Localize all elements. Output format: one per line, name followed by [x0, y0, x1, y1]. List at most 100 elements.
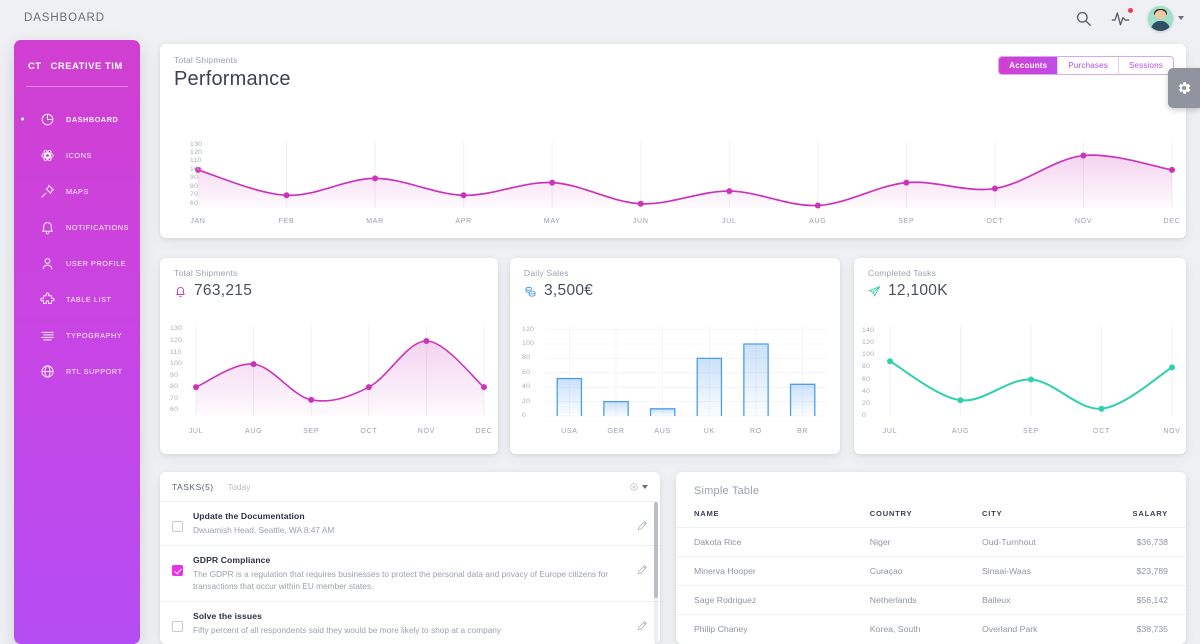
sidebar-item-label: DASHBOARD: [66, 114, 119, 124]
card-eyebrow: Completed Tasks: [868, 268, 937, 278]
y-axis-tick: 0: [522, 412, 527, 419]
chevron-down-icon[interactable]: [1178, 16, 1184, 20]
table-cell: Dakota Rice: [676, 527, 870, 557]
card-eyebrow: Daily Sales: [524, 268, 569, 278]
sidebar-item-label: TABLE LIST: [66, 294, 112, 304]
tab-purchases[interactable]: Purchases: [1058, 57, 1119, 74]
y-axis-tick: 40: [862, 387, 871, 395]
sidebar-item-rtl-support[interactable]: RTL SUPPORT: [14, 353, 140, 389]
chart-svg: [193, 326, 487, 416]
x-axis-tick: OCT: [986, 218, 1004, 225]
table-cell: Niger: [869, 527, 982, 557]
sidebar-item-typography[interactable]: TYPOGRAPHY: [14, 317, 140, 353]
y-axis-tick: 40: [522, 383, 531, 391]
gear-icon: [1178, 82, 1191, 94]
table-cell: Oud-Turnhout: [981, 527, 1105, 557]
x-axis-tick: SEP: [1022, 428, 1040, 435]
y-axis-tick: 70: [190, 191, 199, 199]
tasks-menu-button[interactable]: [629, 482, 648, 492]
task-name: Update the Documentation: [193, 511, 305, 521]
pencil-icon[interactable]: [637, 564, 648, 575]
user-avatar-menu[interactable]: [1148, 5, 1184, 31]
sidebar-item-maps[interactable]: MAPS: [14, 173, 140, 209]
sidebar-item-label: RTL SUPPORT: [66, 366, 123, 376]
card-value-row: 763,215: [174, 282, 498, 300]
task-checkbox[interactable]: [172, 621, 183, 633]
completed-tasks-card: Completed Tasks 12,100K 140 120 100 80 60 40 2…: [854, 258, 1186, 454]
task-name: GDPR Compliance: [193, 555, 271, 566]
card-value: 3,500€: [544, 282, 594, 299]
completed-tasks-chart: 140 120 100 80 60 40 20 0 JUL AUG SEP OCT NOV: [854, 316, 1186, 454]
scrollbar-thumb[interactable]: [654, 502, 658, 598]
x-axis-tick: SEP: [898, 218, 915, 225]
sidebar-item-table-list[interactable]: TABLE LIST: [14, 281, 140, 317]
y-axis-tick: 70: [170, 394, 179, 402]
chart-svg: [195, 142, 1175, 209]
sidebar-item-label: ICONS: [66, 150, 92, 160]
text-lines-icon: [40, 328, 55, 343]
sidebar-item-icons[interactable]: ICONS: [14, 137, 140, 173]
chevron-down-icon[interactable]: [642, 484, 648, 489]
avatar[interactable]: [1148, 5, 1173, 31]
x-axis-tick: DEC: [1163, 218, 1181, 225]
y-axis-tick: 100: [522, 340, 535, 347]
brand-mark: CT: [28, 60, 42, 72]
x-axis-tick: RO: [750, 428, 762, 435]
task-row[interactable]: Solve the issues Fifty percent of all res…: [160, 602, 660, 644]
y-axis-tick: 120: [190, 149, 203, 156]
task-list: Update the Documentation Dwuamish Head, S…: [160, 502, 660, 644]
y-axis-tick: 90: [170, 371, 179, 379]
activity-pulse-icon[interactable]: [1111, 7, 1133, 28]
task-description: Fifty percent of all respondents said th…: [193, 625, 502, 636]
task-row[interactable]: Update the Documentation Dwuamish Head, S…: [160, 502, 660, 547]
sidebar-item-notifications[interactable]: NOTIFICATIONS: [14, 209, 140, 245]
sidebar-item-label: NOTIFICATIONS: [66, 222, 129, 232]
tab-sessions[interactable]: Sessions: [1118, 57, 1173, 74]
y-axis-tick: 60: [170, 406, 179, 414]
sidebar-item-user-profile[interactable]: USER PROFILE: [14, 245, 140, 281]
y-axis-tick: 130: [190, 140, 203, 148]
task-body: GDPR Compliance The GDPR is a regulation …: [193, 555, 627, 592]
simple-table-title: Simple Table: [694, 485, 760, 497]
daily-sales-chart: 120 100 80 60 40 20 0 USA GER AUS UK RO BR: [510, 316, 840, 454]
pie-chart-icon: [40, 112, 55, 127]
x-axis-tick: JUL: [188, 428, 204, 435]
brand[interactable]: CT CREATIVE TIM: [14, 40, 140, 76]
pencil-icon[interactable]: [637, 620, 648, 631]
bell-outline-icon: [174, 285, 187, 298]
table-column-header: NAME: [694, 509, 720, 518]
table-cell: $56,142: [1104, 585, 1186, 615]
top-navbar: DASHBOARD: [0, 0, 1200, 36]
table-cell: $36,738: [1104, 527, 1186, 557]
x-axis-tick: GER: [607, 428, 625, 435]
settings-gear-button[interactable]: [1168, 68, 1200, 108]
search-icon[interactable]: [1074, 9, 1093, 28]
coins-icon: [524, 285, 537, 298]
performance-tabs: Accounts Purchases Sessions: [998, 56, 1174, 75]
pencil-icon[interactable]: [637, 520, 648, 531]
table-column-header: CITY: [981, 509, 1003, 518]
tab-accounts[interactable]: Accounts: [999, 57, 1059, 74]
task-row[interactable]: GDPR Compliance The GDPR is a regulation …: [160, 546, 660, 603]
sidebar-item-dashboard[interactable]: DASHBOARD: [14, 101, 140, 137]
table-body: Dakota Rice Niger Oud-Turnhout $36,738 Miner…: [676, 527, 1186, 643]
gear-dropdown-icon: [630, 482, 638, 491]
performance-chart: 130 120 110 100 90 80 70 60 JAN FEB MAR APR MAY JUN JU…: [160, 132, 1186, 238]
daily-sales-card: Daily Sales 3,500€ 120 100 80 60 40 20 0 USA GER…: [510, 258, 840, 454]
tasks-scrollbar[interactable]: [654, 502, 658, 644]
x-axis-tick: JUN: [632, 218, 649, 225]
card-header: Daily Sales 3,500€: [510, 258, 840, 300]
x-axis-tick: SEP: [303, 428, 320, 435]
y-axis-tick: 100: [170, 360, 183, 368]
paper-plane-icon: [868, 285, 881, 298]
task-checkbox[interactable]: [172, 521, 183, 532]
task-checkbox[interactable]: [172, 565, 183, 577]
active-indicator: [21, 117, 24, 121]
x-axis-tick: JAN: [190, 218, 206, 225]
table-cell: Sage Rodriguez: [676, 585, 870, 615]
table-column-header: SALARY: [1132, 509, 1168, 518]
x-axis-tick: OCT: [1093, 428, 1110, 435]
y-axis-tick: 80: [862, 363, 871, 371]
total-shipments-chart: 130 120 110 100 90 80 70 60 JUL AUG SEP OCT NOV DEC: [160, 316, 498, 454]
sidebar-item-label: TYPOGRAPHY: [66, 330, 123, 340]
